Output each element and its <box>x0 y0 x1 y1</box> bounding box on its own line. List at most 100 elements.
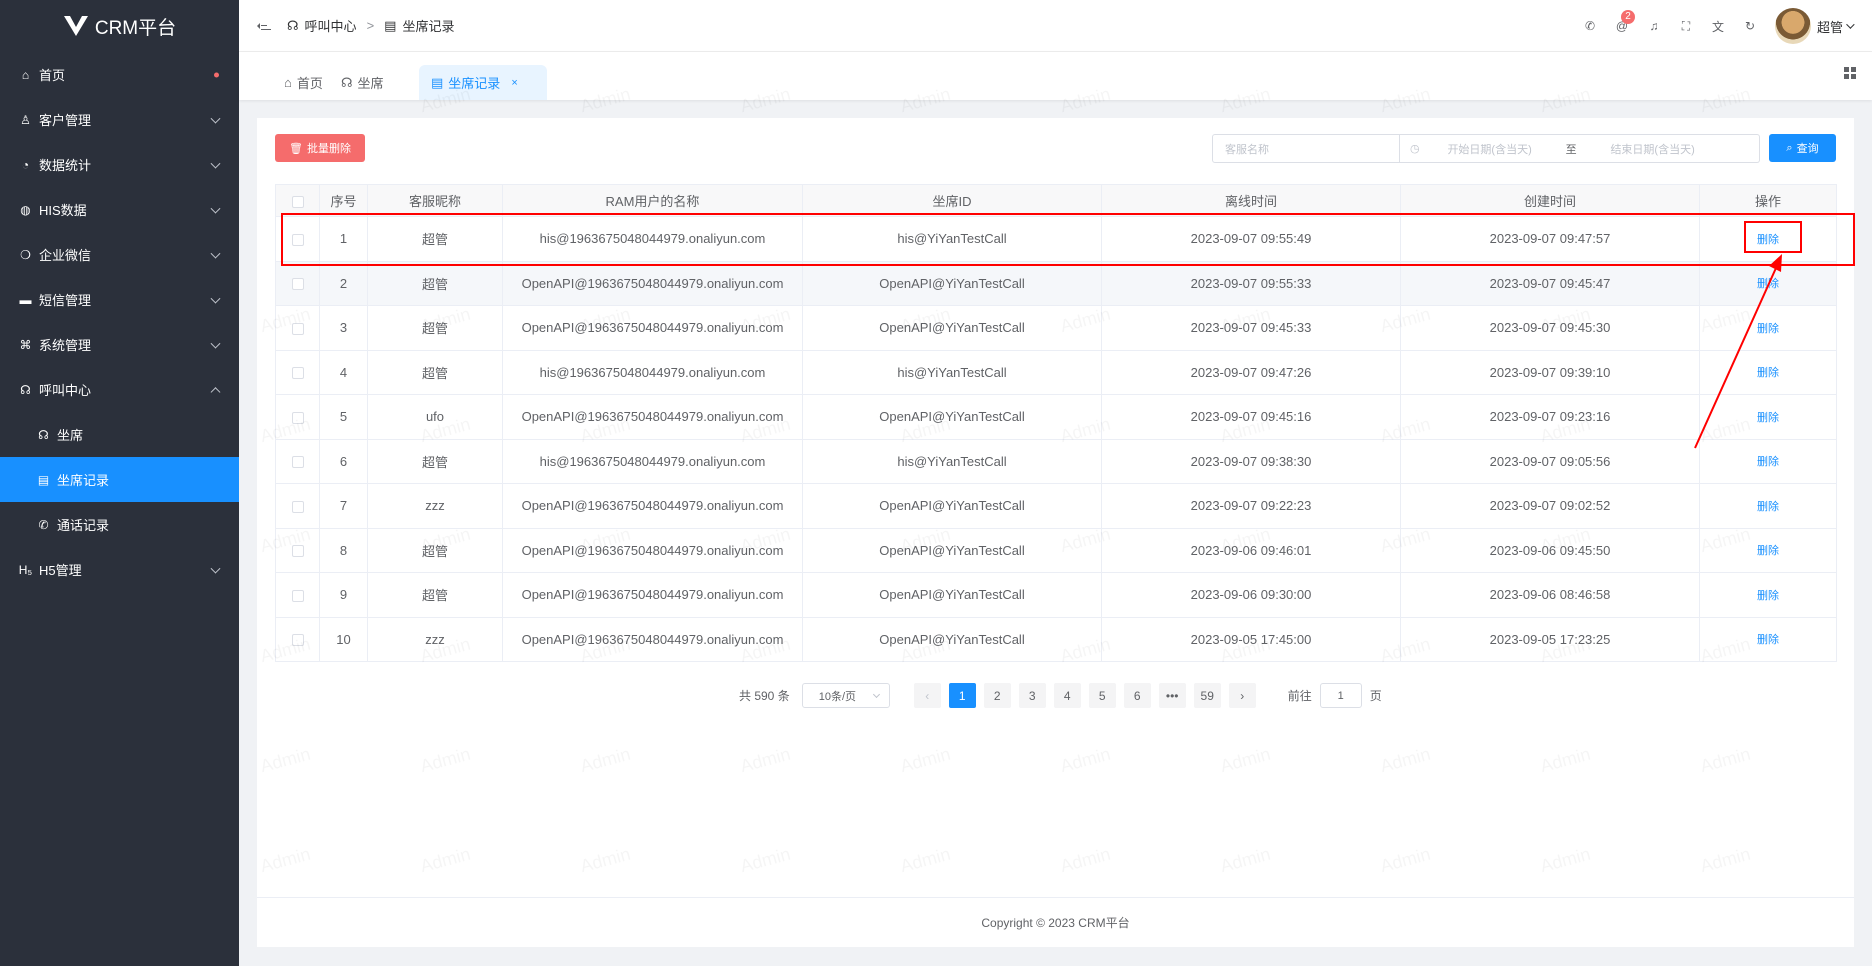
row-checkbox[interactable] <box>291 278 304 291</box>
sidebar-item[interactable]: ❍ 企业微信 <box>0 232 239 277</box>
more-pages-button[interactable]: ••• <box>1158 683 1186 708</box>
table-cell: 2023-09-06 09:45:50 <box>1400 527 1700 573</box>
row-checkbox[interactable] <box>291 411 304 424</box>
seat-records-table: 序号 客服昵称 RAM用户的名称 坐席ID 离线时间 创建时间 操作 1 超管 hi… <box>275 184 1837 662</box>
fullscreen-icon[interactable]: ⛶ <box>1679 19 1693 33</box>
batch-delete-button[interactable]: 🗑 批量删除 <box>275 134 365 162</box>
tabs-menu-icon[interactable] <box>1844 67 1856 79</box>
column-header: RAM用户的名称 <box>502 184 803 217</box>
delete-button[interactable]: 删除 <box>1757 234 1779 246</box>
app-logo[interactable]: CRM平台 <box>0 0 239 52</box>
breadcrumb-separator: > <box>366 18 375 33</box>
action-cell: 删除 <box>1699 527 1837 573</box>
home-icon: ⌂ <box>21 67 30 82</box>
select-all-checkbox[interactable] <box>291 195 304 208</box>
tab-label: 首页 <box>296 76 323 91</box>
page-button[interactable]: 5 <box>1088 683 1116 708</box>
sidebar-item[interactable]: ☊ 呼叫中心 <box>0 367 239 412</box>
table-row: 2 超管 OpenAPI@1963675048044979.onaliyun.com… <box>275 260 1837 306</box>
table-cell: 9 <box>319 572 368 618</box>
goto-page-input[interactable] <box>1319 683 1362 708</box>
sidebar-item[interactable]: ✆ 通话记录 <box>0 502 239 547</box>
command-icon: ⌘ <box>19 337 32 352</box>
sidebar-item[interactable]: ☊ 坐席 <box>0 412 239 457</box>
table-row: 5 ufo OpenAPI@1963675048044979.onaliyun.co… <box>275 394 1837 440</box>
search-label: 查询 <box>1796 143 1819 155</box>
close-tab-icon[interactable]: × <box>511 77 517 89</box>
delete-button[interactable]: 删除 <box>1757 323 1779 335</box>
end-date-input[interactable]: 结束日期(含当天) <box>1583 141 1723 157</box>
tab-seat-records[interactable]: ▤ 坐席记录 × <box>419 65 547 100</box>
copyright-text: Copyright © 2023 CRM平台 <box>981 916 1130 930</box>
delete-button[interactable]: 删除 <box>1757 590 1779 602</box>
start-date-input[interactable]: 开始日期(含当天) <box>1420 141 1560 157</box>
row-checkbox[interactable] <box>291 456 304 469</box>
chevron-down-icon <box>872 690 880 699</box>
prev-page-button[interactable]: ‹ <box>913 683 941 708</box>
row-checkbox[interactable] <box>291 545 304 558</box>
row-select-cell <box>275 394 320 440</box>
avatar[interactable] <box>1774 8 1811 44</box>
table-cell: zzz <box>367 616 503 662</box>
sidebar-item[interactable]: ▬ 短信管理 <box>0 277 239 322</box>
table-cell: his@YiYanTestCall <box>802 349 1102 395</box>
page-button[interactable]: 1 <box>948 683 976 708</box>
tab-home[interactable]: ⌂ 首页 <box>272 65 335 100</box>
h5-icon: H₅ <box>18 562 33 577</box>
sidebar-item[interactable]: ▤ 坐席记录 <box>0 457 239 502</box>
breadcrumb-item-call-center[interactable]: 呼叫中心 <box>305 16 357 35</box>
page-button[interactable]: 4 <box>1053 683 1081 708</box>
tab-seat[interactable]: ☊ 坐席 <box>329 65 396 100</box>
search-button[interactable]: ⌕ 查询 <box>1769 134 1836 162</box>
sidebar-item[interactable]: ⌂ 首页 <box>0 52 239 97</box>
page-button[interactable]: 6 <box>1123 683 1151 708</box>
next-page-button[interactable]: › <box>1228 683 1256 708</box>
bell-icon[interactable]: ♫ <box>1647 19 1661 33</box>
table-cell: 2023-09-07 09:38:30 <box>1101 438 1401 484</box>
table-row: 6 超管 his@1963675048044979.onaliyun.com his@… <box>275 438 1837 484</box>
sidebar-item[interactable]: ◍ HIS数据 <box>0 187 239 232</box>
table-row: 10 zzz OpenAPI@1963675048044979.onaliyun.c… <box>275 616 1837 662</box>
page-size-select[interactable]: 10条/页 <box>801 683 890 708</box>
page-button[interactable]: 2 <box>983 683 1011 708</box>
delete-button[interactable]: 删除 <box>1757 456 1779 468</box>
table-row: 4 超管 his@1963675048044979.onaliyun.com his@… <box>275 349 1837 395</box>
row-checkbox[interactable] <box>291 322 304 335</box>
date-range-picker[interactable]: ◷ 开始日期(含当天) 至 结束日期(含当天) <box>1400 134 1760 163</box>
chevron-down-icon <box>210 563 221 574</box>
page-button[interactable]: 3 <box>1018 683 1046 708</box>
delete-button[interactable]: 删除 <box>1757 278 1779 290</box>
delete-button[interactable]: 删除 <box>1757 545 1779 557</box>
phone-icon[interactable]: ✆ <box>1583 19 1597 33</box>
delete-button[interactable]: 删除 <box>1757 501 1779 513</box>
row-checkbox[interactable] <box>291 589 304 602</box>
delete-button[interactable]: 删除 <box>1757 634 1779 646</box>
column-header: 客服昵称 <box>367 184 503 217</box>
delete-button[interactable]: 删除 <box>1757 367 1779 379</box>
row-checkbox[interactable] <box>291 233 304 246</box>
agent-name-placeholder: 客服名称 <box>1225 143 1269 156</box>
table-cell: 2023-09-07 09:05:56 <box>1400 438 1700 484</box>
table-header-row: 序号 客服昵称 RAM用户的名称 坐席ID 离线时间 创建时间 操作 <box>275 184 1837 217</box>
delete-button[interactable]: 删除 <box>1757 412 1779 424</box>
pagination: 共 590 条 10条/页 ‹ 123456 ••• 59 › 前往 页 <box>739 683 1382 708</box>
collapse-sidebar-icon[interactable] <box>257 20 271 32</box>
page-button[interactable]: 59 <box>1193 683 1221 708</box>
table-cell: 2023-09-07 09:45:30 <box>1400 305 1700 351</box>
sidebar-item[interactable]: ♙ 客户管理 <box>0 97 239 142</box>
sidebar-item[interactable]: ◔ 数据统计 <box>0 142 239 187</box>
row-checkbox[interactable] <box>291 367 304 380</box>
agent-name-input[interactable]: 客服名称 <box>1212 134 1400 163</box>
user-menu[interactable]: 超管 <box>1817 17 1855 36</box>
table-cell: OpenAPI@1963675048044979.onaliyun.com <box>502 305 803 351</box>
table-cell: his@1963675048044979.onaliyun.com <box>502 216 803 262</box>
sidebar-item[interactable]: H₅ H5管理 <box>0 547 239 592</box>
sidebar-item[interactable]: ⌘ 系统管理 <box>0 322 239 367</box>
row-checkbox[interactable] <box>291 634 304 647</box>
refresh-icon[interactable]: ↻ <box>1743 19 1757 33</box>
at-message-icon[interactable]: @2 <box>1615 10 1635 33</box>
language-icon[interactable]: 文 <box>1711 19 1725 34</box>
database-icon: ◍ <box>20 202 31 217</box>
row-checkbox[interactable] <box>291 500 304 513</box>
table-cell: OpenAPI@1963675048044979.onaliyun.com <box>502 483 803 529</box>
